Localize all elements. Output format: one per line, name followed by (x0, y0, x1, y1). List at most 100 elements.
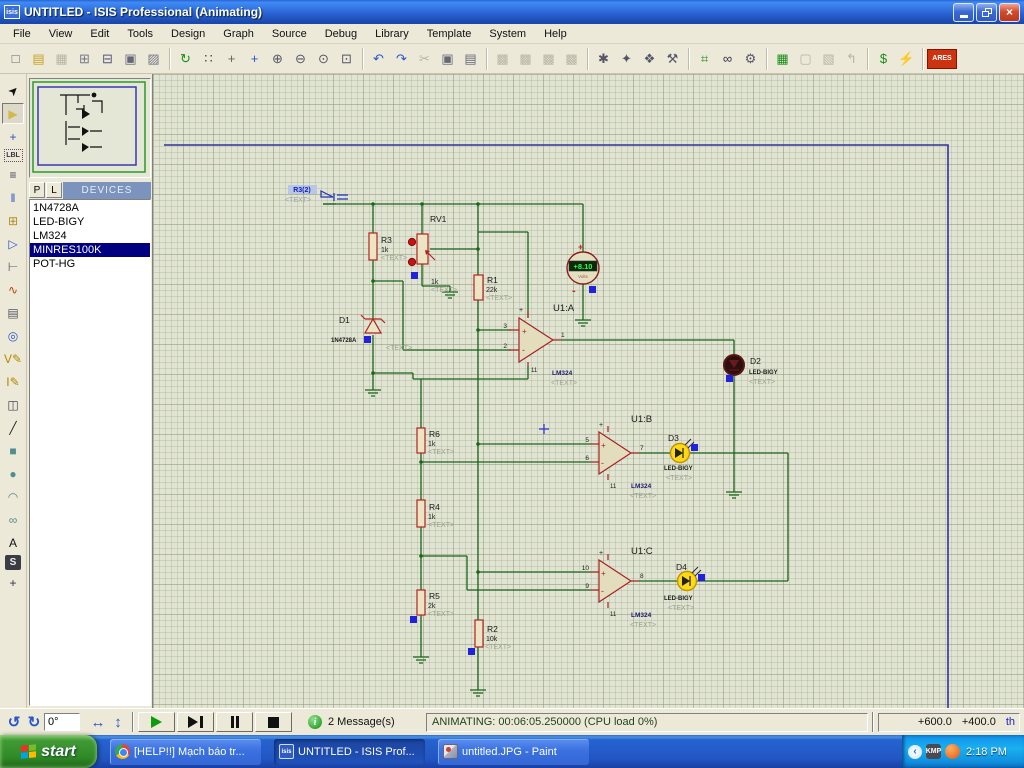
overview-minimap[interactable] (29, 78, 151, 178)
wires[interactable] (323, 202, 788, 690)
component-u1b[interactable]: + - 5 6 7 + 11 U1:B LM324 <TEXT> (585, 414, 656, 500)
taskbar-task[interactable]: untitled.JPG - Paint (438, 739, 589, 765)
wire-label-button[interactable]: LBL (4, 149, 23, 162)
toggle-grid-button[interactable]: ∷ (197, 47, 220, 70)
library-button[interactable]: L (46, 182, 62, 198)
pan-button[interactable]: + (243, 47, 266, 70)
property-assignment-button[interactable]: ⚙ (739, 47, 762, 70)
hide-icons-icon[interactable]: ‹ (908, 745, 922, 759)
power-terminal[interactable]: R3(2) <TEXT> (285, 185, 348, 204)
zoom-out-button[interactable]: ⊖ (289, 47, 312, 70)
graphic-line-button[interactable]: ╱ (2, 417, 24, 438)
block-rotate-button[interactable]: ▩ (537, 47, 560, 70)
pick-parts-button[interactable]: P (29, 182, 45, 198)
menu-graph[interactable]: Graph (214, 26, 263, 42)
mirror-x-button[interactable]: ↔ (88, 712, 108, 732)
menu-template[interactable]: Template (418, 26, 481, 42)
component-r6[interactable]: R6 1k <TEXT> (417, 428, 454, 456)
pause-button[interactable] (216, 712, 253, 732)
block-move-button[interactable]: ▩ (514, 47, 537, 70)
component-u1a[interactable]: + - 3 2 1 + 11 U1:A LM324 <TEXT> (503, 303, 577, 387)
false-origin-button[interactable]: + (220, 47, 243, 70)
message-info-button[interactable]: i (308, 715, 322, 729)
start-button[interactable]: start (0, 735, 97, 768)
graphic-box-button[interactable]: ■ (2, 440, 24, 461)
component-u1c[interactable]: + - 10 9 8 + 11 U1:C LM324 <TEXT> (582, 546, 656, 629)
menu-source[interactable]: Source (263, 26, 316, 42)
zoom-area-button[interactable]: ⊡ (335, 47, 358, 70)
redo-button[interactable]: ↷ (390, 47, 413, 70)
component-d3[interactable]: D3 LED-BIGY <TEXT> (664, 433, 694, 482)
device-list[interactable]: 1N4728ALED-BIGYLM324MINRES100KPOT-HG (29, 199, 151, 706)
menu-file[interactable]: File (4, 26, 40, 42)
terminal-button[interactable]: ▷ (2, 233, 24, 254)
zoom-in-button[interactable]: ⊕ (266, 47, 289, 70)
design-explorer-button[interactable]: ▦ (771, 47, 794, 70)
taskbar-task[interactable]: [HELP!!] Mạch báo tr... (110, 739, 261, 765)
graphic-arc-button[interactable]: ◠ (2, 486, 24, 507)
cut-button[interactable]: ✂ (413, 47, 436, 70)
graph-mode-button[interactable]: ∿ (2, 279, 24, 300)
undo-button[interactable]: ↶ (367, 47, 390, 70)
component-r5[interactable]: R5 2k <TEXT> (417, 590, 454, 618)
component-d1[interactable]: D1 1N4728A <TEXT> (331, 315, 412, 352)
redraw-button[interactable]: ↻ (174, 47, 197, 70)
save-design-button[interactable]: ▦ (50, 47, 73, 70)
graphic-marker-button[interactable]: + (2, 572, 24, 593)
remove-sheet-button[interactable]: ▧ (817, 47, 840, 70)
device-item-lm324[interactable]: LM324 (30, 229, 150, 243)
stop-button[interactable] (255, 712, 292, 732)
junction-dot-button[interactable]: + (2, 126, 24, 147)
schematic-editor[interactable]: R3(2) <TEXT> R3 1k <TEXT> RV1 1k <TEXT> … (152, 74, 1024, 708)
paste-button[interactable]: ▤ (459, 47, 482, 70)
device-item-led-bigy[interactable]: LED-BIGY (30, 215, 150, 229)
rotation-angle-input[interactable] (44, 713, 80, 731)
voltage-probe-button[interactable]: V✎ (2, 348, 24, 369)
close-button[interactable]: × (999, 3, 1020, 22)
component-r2[interactable]: R2 10k <TEXT> (475, 620, 511, 651)
buses-button[interactable]: ‖ (2, 187, 24, 208)
menu-debug[interactable]: Debug (316, 26, 366, 42)
goto-sheet-button[interactable]: ↰ (840, 47, 863, 70)
graphic-symbol-button[interactable]: S (5, 555, 21, 570)
ares-netlist-button[interactable]: ARES (927, 49, 957, 69)
subcircuit-button[interactable]: ⊞ (2, 210, 24, 231)
device-item-pot-hg[interactable]: POT-HG (30, 257, 150, 271)
print-design-button[interactable]: ▣ (119, 47, 142, 70)
selection-pointer-button[interactable]: ➤ (0, 75, 28, 105)
menu-design[interactable]: Design (162, 26, 214, 42)
wire-autorouter-button[interactable]: ⌗ (693, 47, 716, 70)
copy-button[interactable]: ▣ (436, 47, 459, 70)
export-section-button[interactable]: ⊟ (96, 47, 119, 70)
text-script-button[interactable]: ≡ (2, 164, 24, 185)
step-button[interactable] (177, 712, 214, 732)
taskbar-clock[interactable]: 2:18 PM (966, 746, 1007, 758)
import-section-button[interactable]: ⊞ (73, 47, 96, 70)
menu-tools[interactable]: Tools (118, 26, 162, 42)
generator-mode-button[interactable]: ◎ (2, 325, 24, 346)
device-item-minres100k[interactable]: MINRES100K (30, 243, 150, 257)
electrical-rule-check-button[interactable]: ⚡ (895, 47, 918, 70)
device-pin-button[interactable]: ⊢ (2, 256, 24, 277)
graphic-text-button[interactable]: A (2, 532, 24, 553)
rotate-cw-button[interactable]: ↻ (24, 712, 44, 732)
new-sheet-button[interactable]: ▢ (794, 47, 817, 70)
menu-help[interactable]: Help (535, 26, 576, 42)
taskbar-task[interactable]: isisUNTITLED - ISIS Prof... (274, 739, 425, 765)
make-device-button[interactable]: ✦ (615, 47, 638, 70)
virtual-instruments-button[interactable]: ◫ (2, 394, 24, 415)
schematic-canvas[interactable]: R3(2) <TEXT> R3 1k <TEXT> RV1 1k <TEXT> … (153, 74, 1024, 708)
component-rv1[interactable]: RV1 1k <TEXT> (408, 214, 457, 294)
rotate-ccw-button[interactable]: ↺ (4, 712, 24, 732)
zoom-all-button[interactable]: ⊙ (312, 47, 335, 70)
minimize-button[interactable] (953, 3, 974, 22)
component-r4[interactable]: R4 1k <TEXT> (417, 500, 454, 529)
decompose-button[interactable]: ⚒ (661, 47, 684, 70)
menu-system[interactable]: System (480, 26, 535, 42)
mirror-y-button[interactable]: ↕ (108, 712, 128, 732)
packaging-tool-button[interactable]: ❖ (638, 47, 661, 70)
graphic-path-button[interactable]: ∞ (2, 509, 24, 530)
component-d4[interactable]: D4 LED-BIGY <TEXT> (664, 562, 701, 612)
component-r3[interactable]: R3 1k <TEXT> (369, 233, 407, 262)
new-design-button[interactable]: □ (4, 47, 27, 70)
